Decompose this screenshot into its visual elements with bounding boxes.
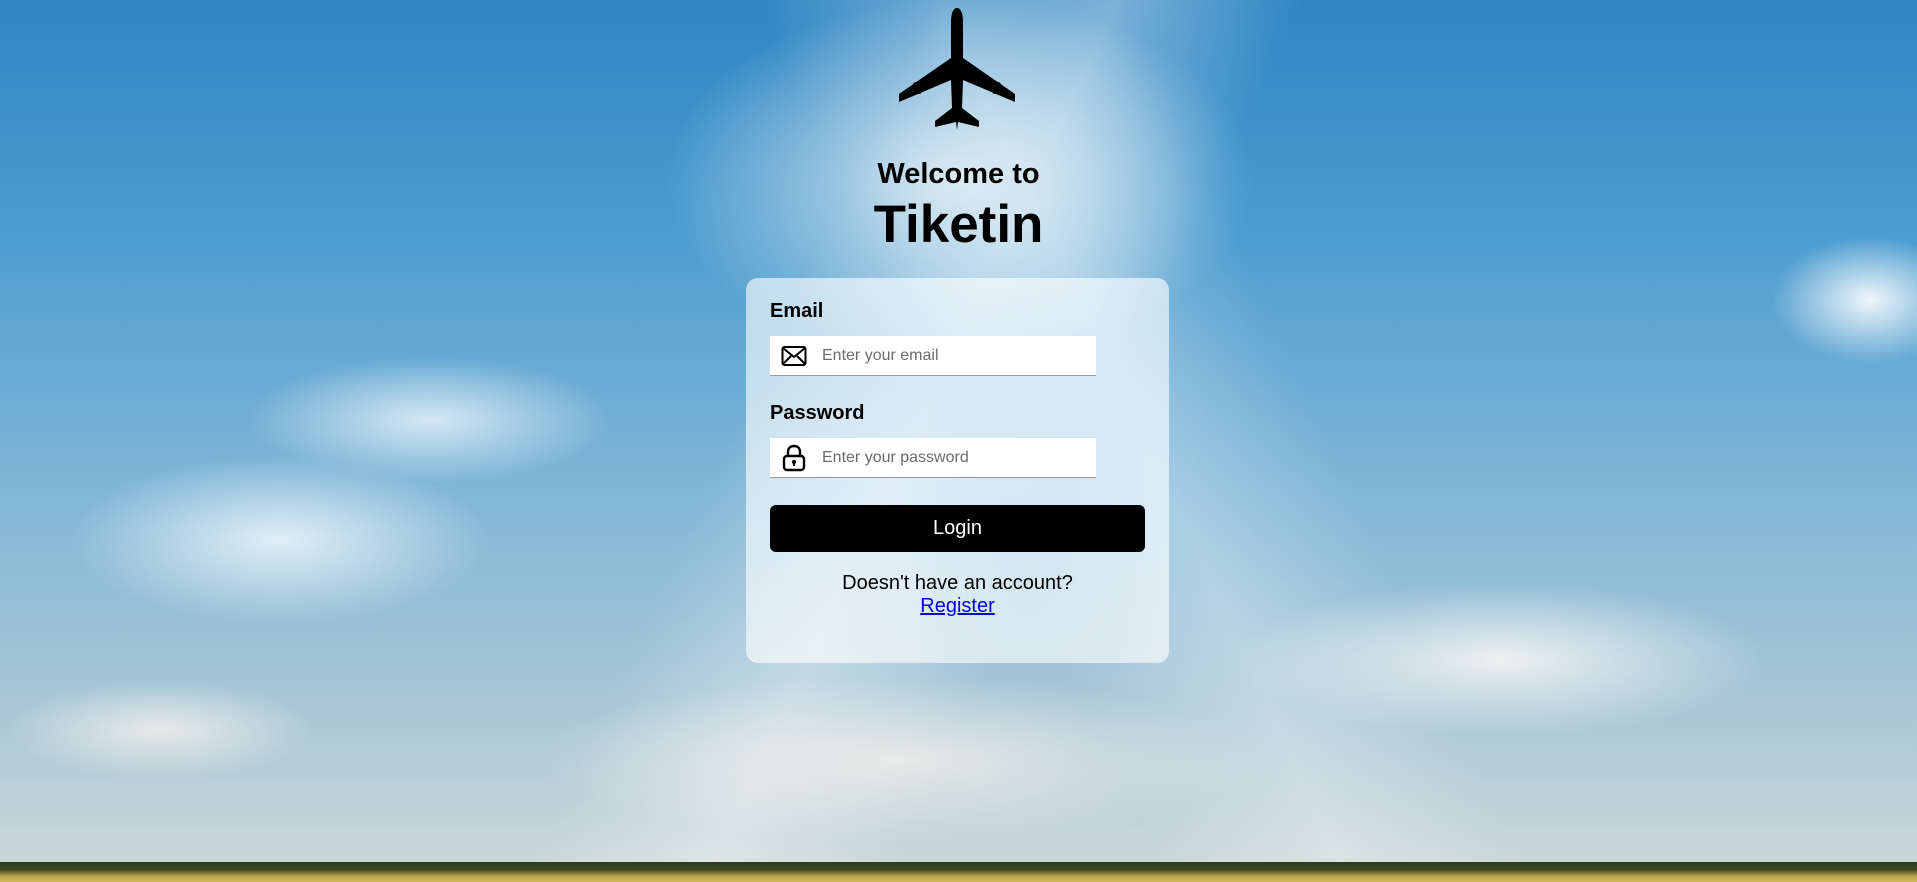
brand-title: Tiketin: [873, 195, 1044, 254]
register-wrapper: Register: [746, 595, 1169, 618]
login-button[interactable]: Login: [770, 505, 1145, 552]
email-input[interactable]: [820, 345, 1084, 366]
password-input[interactable]: [820, 447, 1084, 468]
treeline-horizon: [0, 862, 1917, 882]
password-label: Password: [770, 402, 865, 424]
login-card: Email Password Login Doesn't have an acc…: [746, 278, 1169, 663]
email-label: Email: [770, 300, 824, 322]
envelope-icon: [781, 343, 807, 369]
welcome-heading: Welcome to: [877, 158, 1040, 190]
lock-icon: [781, 444, 807, 471]
register-link[interactable]: Register: [920, 595, 994, 617]
email-field-wrapper: [770, 336, 1096, 376]
airplane-icon: [899, 8, 1015, 130]
no-account-text: Doesn't have an account?: [842, 572, 1073, 594]
password-field-wrapper: [770, 438, 1096, 478]
